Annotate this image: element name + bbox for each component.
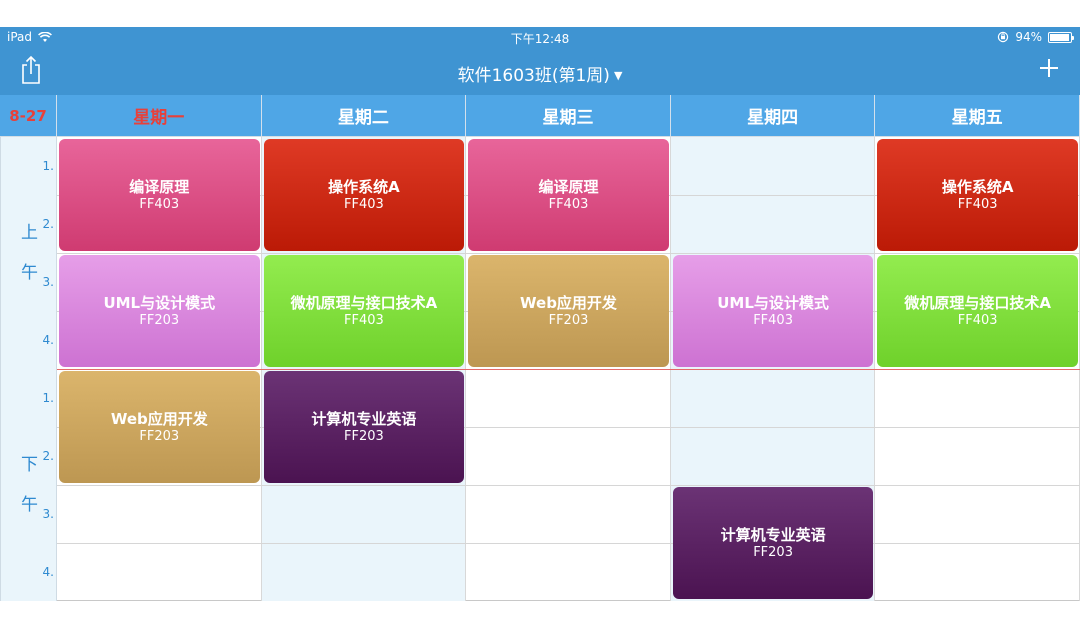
course-card[interactable]: 编译原理 FF403: [59, 139, 260, 251]
caret-down-icon: ▼: [613, 69, 623, 82]
course-card[interactable]: UML与设计模式 FF403: [672, 255, 874, 367]
page-title: 软件1603班(第1周): [457, 66, 610, 86]
course-room: FF403: [344, 196, 384, 212]
course-room: FF403: [957, 312, 998, 328]
course-room: FF203: [753, 544, 793, 560]
morning-label-1: 上: [21, 223, 38, 243]
course-room: FF403: [957, 196, 998, 212]
status-bar: iPad 下午12:48 94%: [0, 27, 1080, 49]
course-room: FF403: [139, 196, 180, 212]
date-label: 8-27: [0, 95, 57, 136]
course-card[interactable]: Web应用开发 FF203: [468, 255, 669, 367]
period-label: 2.: [42, 217, 54, 231]
time-column: 上 午 下 午 1. 2. 3. 4. 1. 2. 3. 4.: [0, 137, 57, 601]
day-header-wednesday: 星期三: [466, 95, 671, 136]
course-name: UML与设计模式: [717, 293, 829, 312]
plus-icon[interactable]: [1038, 57, 1060, 79]
course-name: UML与设计模式: [103, 293, 216, 312]
course-room: FF203: [139, 428, 180, 444]
period-label: 1.: [42, 391, 54, 405]
course-room: FF203: [139, 312, 180, 328]
course-name: 编译原理: [538, 177, 599, 196]
course-card[interactable]: 编译原理 FF403: [468, 139, 669, 251]
noon-divider: [0, 369, 1080, 370]
timetable-app: iPad 下午12:48 94% 软件1603班(第1周) ▼ 8-27 星期一…: [0, 0, 1080, 634]
afternoon-label-1: 下: [21, 455, 38, 475]
course-card[interactable]: 操作系统A FF403: [263, 139, 465, 251]
period-label: 3.: [42, 275, 54, 289]
status-right: 94%: [997, 30, 1074, 44]
course-card[interactable]: UML与设计模式 FF203: [59, 255, 260, 367]
course-name: 计算机专业英语: [720, 525, 826, 544]
day-header-tuesday: 星期二: [262, 95, 467, 136]
nav-bar: 软件1603班(第1周) ▼: [0, 49, 1080, 95]
status-time: 下午12:48: [510, 32, 570, 46]
afternoon-label-2: 午: [21, 495, 38, 515]
course-name: 编译原理: [129, 177, 190, 196]
course-name: 操作系统A: [941, 177, 1014, 196]
course-name: Web应用开发: [520, 293, 617, 312]
course-room: FF403: [344, 312, 384, 328]
course-name: 微机原理与接口技术A: [904, 293, 1051, 312]
day-header: 8-27 星期一 星期二 星期三 星期四 星期五: [0, 95, 1080, 137]
course-card[interactable]: 微机原理与接口技术A FF403: [877, 255, 1078, 367]
battery-percent: 94%: [1015, 30, 1042, 44]
day-header-monday: 星期一: [57, 95, 262, 136]
timetable-grid: 上 午 下 午 1. 2. 3. 4. 1. 2. 3. 4. 编译原理 FF40…: [0, 137, 1080, 601]
course-room: FF403: [753, 312, 793, 328]
day-header-thursday: 星期四: [671, 95, 876, 136]
course-card[interactable]: 操作系统A FF403: [877, 139, 1078, 251]
week-selector[interactable]: 软件1603班(第1周) ▼: [0, 61, 1080, 86]
course-name: 微机原理与接口技术A: [290, 293, 438, 312]
course-card[interactable]: Web应用开发 FF203: [59, 371, 260, 483]
course-room: FF403: [548, 196, 589, 212]
grid-line: [57, 543, 1080, 544]
battery-icon: [1048, 31, 1074, 43]
course-card[interactable]: 计算机专业英语 FF203: [263, 371, 465, 483]
course-card[interactable]: 计算机专业英语 FF203: [672, 487, 874, 599]
period-label: 4.: [42, 565, 54, 579]
course-name: 操作系统A: [328, 177, 400, 196]
course-room: FF203: [344, 428, 384, 444]
course-name: 计算机专业英语: [311, 409, 417, 428]
morning-label-2: 午: [21, 263, 38, 283]
grid-line: [57, 253, 1080, 254]
period-label: 1.: [42, 159, 54, 173]
day-header-friday: 星期五: [875, 95, 1080, 136]
period-label: 4.: [42, 333, 54, 347]
orientation-lock-icon: [998, 31, 1009, 43]
course-name: Web应用开发: [110, 409, 208, 428]
period-label: 3.: [42, 507, 54, 521]
grid-line: [57, 485, 1080, 486]
period-label: 2.: [42, 449, 54, 463]
course-card[interactable]: 微机原理与接口技术A FF403: [263, 255, 465, 367]
course-room: FF203: [548, 312, 589, 328]
